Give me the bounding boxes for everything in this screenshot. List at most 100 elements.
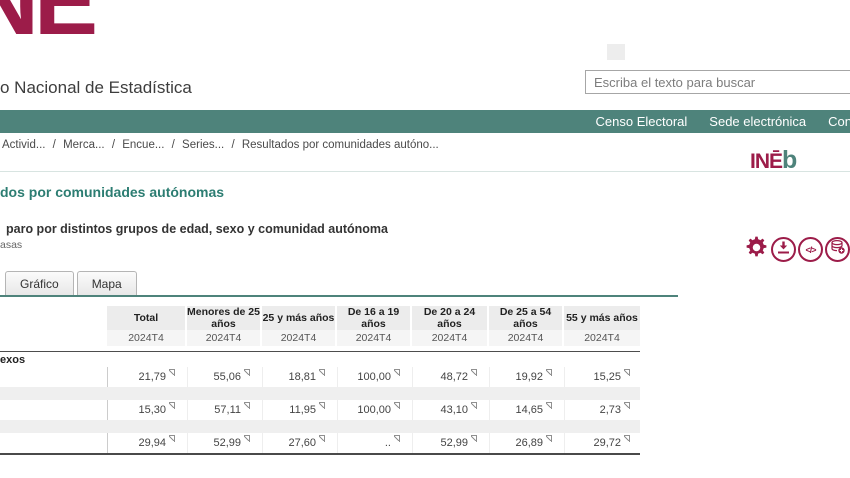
breadcrumb-separator: /: [53, 139, 56, 151]
table-cell: 52,99: [412, 433, 487, 453]
footnote-marker-icon[interactable]: [319, 435, 325, 442]
tab-grafico[interactable]: Gráfico: [5, 271, 74, 296]
footnote-marker-icon[interactable]: [244, 369, 250, 376]
tabs-underline: [0, 295, 678, 297]
units-label: asas: [0, 239, 22, 251]
footnote-marker-icon[interactable]: [394, 369, 400, 376]
cell-value: 29,72: [593, 437, 621, 449]
footnote-marker-icon[interactable]: [169, 369, 175, 376]
period-cell: 2024T4: [337, 330, 410, 346]
breadcrumb-separator: /: [112, 139, 115, 151]
footnote-marker-icon[interactable]: [624, 369, 630, 376]
table-cell: 11,95: [262, 400, 335, 420]
footnote-marker-icon[interactable]: [394, 435, 400, 442]
period-cell: 2024T4: [564, 330, 640, 346]
footnote-marker-icon[interactable]: [471, 435, 477, 442]
footnote-marker-icon[interactable]: [624, 402, 630, 409]
footnote-marker-icon[interactable]: [471, 369, 477, 376]
table-cell: 43,10: [412, 400, 487, 420]
footnote-marker-icon[interactable]: [546, 435, 552, 442]
period-cell: 2024T4: [489, 330, 562, 346]
top-navbar: Censo Electoral Sede electrónica Con: [0, 110, 850, 133]
breadcrumb-item[interactable]: Series...: [182, 139, 224, 151]
cell-value: 19,92: [515, 371, 543, 383]
footnote-marker-icon[interactable]: [169, 435, 175, 442]
breadcrumb: Activid... / Merca... / Encue... / Serie…: [2, 139, 439, 151]
breadcrumb-item[interactable]: Encue...: [122, 139, 164, 151]
gear-icon: [744, 235, 769, 265]
footnote-marker-icon[interactable]: [546, 402, 552, 409]
breadcrumb-item[interactable]: Merca...: [63, 139, 105, 151]
column-header: 55 y más años: [564, 306, 640, 330]
faint-header-box: [607, 44, 625, 60]
table-cell: 57,11: [187, 400, 260, 420]
cell-value: 11,95: [289, 404, 316, 416]
table-cell: 18,81: [262, 367, 335, 387]
footnote-marker-icon[interactable]: [319, 369, 325, 376]
settings-button[interactable]: [744, 237, 769, 262]
results-table: Total Menores de 25 años 25 y más años D…: [0, 306, 640, 455]
cell-value: 55,06: [213, 371, 241, 383]
cell-value: 18,81: [288, 371, 316, 383]
cell-value: ..: [385, 437, 391, 449]
table-cell: 52,99: [187, 433, 260, 453]
table-cell: 29,72: [564, 433, 640, 453]
footnote-marker-icon[interactable]: [394, 402, 400, 409]
footnote-marker-icon[interactable]: [319, 402, 325, 409]
column-header: De 20 a 24 años: [412, 306, 487, 330]
cell-value: 57,11: [214, 404, 241, 416]
table-cell: 27,60: [262, 433, 335, 453]
nav-link-sede-electronica[interactable]: Sede electrónica: [709, 114, 806, 129]
breadcrumb-separator: /: [231, 139, 234, 151]
download-icon: [777, 241, 790, 259]
table-bottom-border: [0, 453, 640, 455]
period-cell: 2024T4: [107, 330, 185, 346]
footnote-marker-icon[interactable]: [624, 435, 630, 442]
period-cell: 2024T4: [187, 330, 260, 346]
tab-mapa[interactable]: Mapa: [77, 271, 137, 296]
footnote-marker-icon[interactable]: [471, 402, 477, 409]
download-button[interactable]: [771, 237, 796, 262]
period-cell: 2024T4: [412, 330, 487, 346]
table-cell: 15,30: [107, 400, 185, 420]
embed-code-button[interactable]: </>: [798, 237, 823, 262]
inebase-logo-ine: INĒ: [750, 150, 782, 173]
cell-value: 48,72: [440, 371, 468, 383]
row-spacer: [0, 420, 640, 433]
org-name: o Nacional de Estadística: [0, 78, 192, 98]
table-cell: 29,94: [107, 433, 185, 453]
column-header: Total: [107, 306, 185, 330]
footnote-marker-icon[interactable]: [244, 435, 250, 442]
table-cell: 100,00: [337, 400, 410, 420]
footnote-marker-icon[interactable]: [169, 402, 175, 409]
period-cell: 2024T4: [262, 330, 335, 346]
row-spacer: [0, 387, 640, 400]
table-cell: 14,65: [489, 400, 562, 420]
search-input[interactable]: [585, 70, 850, 94]
breadcrumb-item-current: Resultados por comunidades autóno...: [242, 139, 439, 151]
table-toolbar: </>: [744, 237, 850, 262]
column-header: Menores de 25 años: [187, 306, 260, 330]
cell-value: 100,00: [357, 404, 391, 416]
column-header: De 16 a 19 años: [337, 306, 410, 330]
cell-value: 15,30: [138, 404, 166, 416]
code-icon: </>: [805, 245, 815, 255]
cell-value: 26,89: [515, 437, 543, 449]
table-cell: 26,89: [489, 433, 562, 453]
nav-link-censo-electoral[interactable]: Censo Electoral: [596, 114, 688, 129]
ine-logo[interactable]: INĒ: [0, 0, 93, 50]
database-add-icon: [831, 240, 845, 259]
breadcrumb-item[interactable]: Activid...: [2, 139, 45, 151]
cell-value: 29,94: [138, 437, 166, 449]
table-cell: 15,25: [564, 367, 640, 387]
period-label-blank: [0, 330, 105, 346]
footnote-marker-icon[interactable]: [546, 369, 552, 376]
table-cell: 55,06: [187, 367, 260, 387]
nav-link-contacto[interactable]: Con: [828, 114, 850, 129]
column-header: De 25 a 54 años: [489, 306, 562, 330]
cell-value: 2,73: [600, 404, 621, 416]
add-to-database-button[interactable]: [825, 237, 850, 262]
inebase-logo-base: b: [782, 146, 797, 174]
footnote-marker-icon[interactable]: [244, 402, 250, 409]
row-label: [0, 367, 105, 387]
